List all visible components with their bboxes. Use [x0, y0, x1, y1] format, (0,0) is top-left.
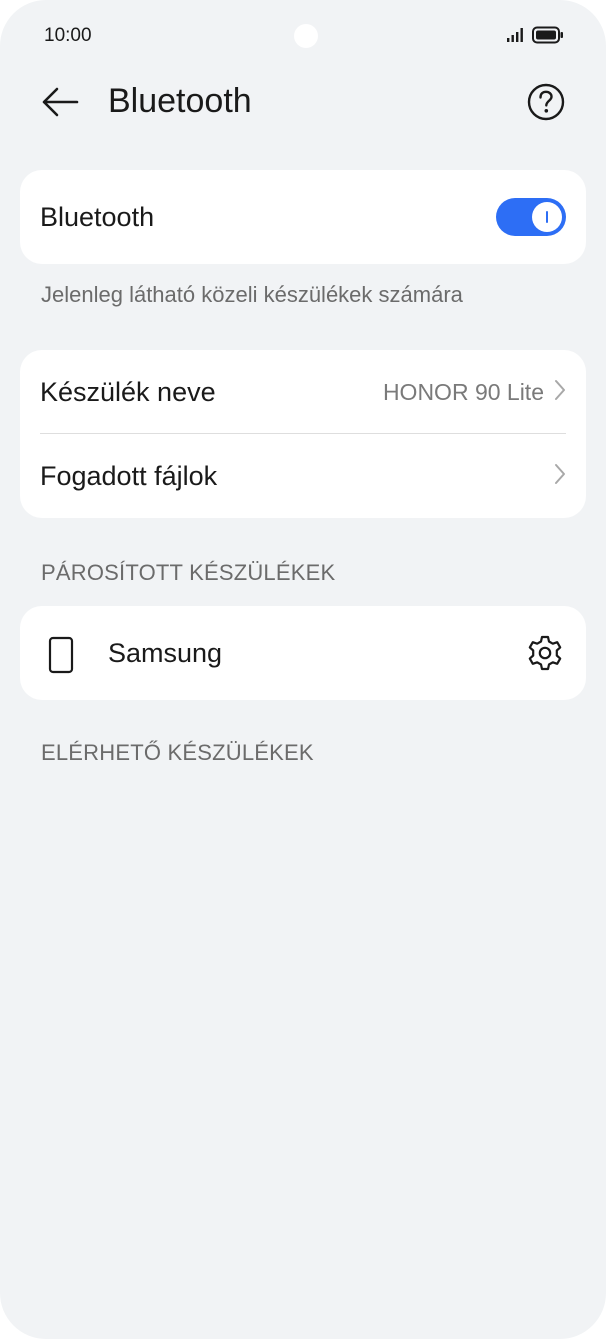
- battery-icon: [532, 26, 564, 49]
- page-title: Bluetooth: [108, 82, 252, 120]
- paired-devices-card: Samsung: [20, 606, 586, 700]
- back-button[interactable]: [40, 84, 80, 124]
- chevron-right-icon: [554, 463, 566, 490]
- toggle-knob: [532, 202, 562, 232]
- available-devices-header: ELÉRHETŐ KÉSZÜLÉKEK: [41, 740, 314, 765]
- signal-icon: [506, 27, 526, 48]
- question-circle-icon: [526, 82, 566, 127]
- phone-icon: [48, 636, 74, 679]
- device-name-label: Készülék neve: [40, 376, 216, 407]
- received-files-row[interactable]: Fogadott fájlok: [40, 434, 566, 518]
- paired-devices-header: PÁROSÍTOTT KÉSZÜLÉKEK: [41, 560, 336, 585]
- device-settings-card: Készülék neve HONOR 90 Lite Fogadott fáj…: [20, 350, 586, 518]
- status-icons: [506, 26, 564, 49]
- device-name-value: HONOR 90 Lite: [382, 378, 544, 405]
- visibility-caption: Jelenleg látható közeli készülékek számá…: [41, 282, 463, 307]
- bluetooth-toggle[interactable]: [496, 198, 566, 236]
- received-files-label: Fogadott fájlok: [40, 460, 218, 491]
- help-button[interactable]: [526, 82, 566, 127]
- front-camera: [294, 24, 318, 48]
- paired-device-name: Samsung: [108, 637, 223, 668]
- phone-screen: 10:00 Bluetooth Bluetooth Jelenleg látha…: [0, 0, 606, 1339]
- paired-device-row[interactable]: Samsung: [20, 606, 586, 700]
- chevron-right-icon: [554, 379, 566, 406]
- gear-icon[interactable]: [526, 634, 564, 677]
- bluetooth-card: Bluetooth: [20, 170, 586, 264]
- arrow-left-icon: [41, 87, 79, 122]
- bluetooth-label: Bluetooth: [40, 201, 155, 232]
- bluetooth-toggle-row[interactable]: Bluetooth: [40, 170, 566, 264]
- status-time: 10:00: [44, 25, 92, 46]
- device-name-row[interactable]: Készülék neve HONOR 90 Lite: [40, 350, 566, 434]
